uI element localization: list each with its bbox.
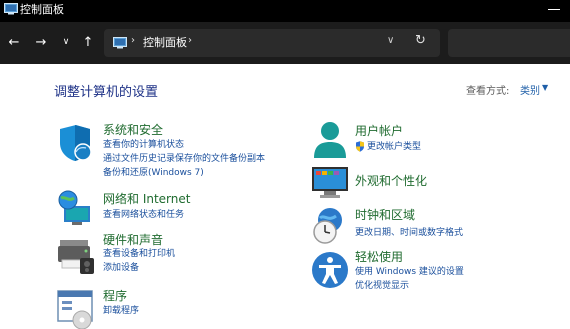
up-button[interactable]: ↑ [78,32,98,52]
category-hardware-sound[interactable]: 硬件和声音 [103,233,163,247]
caret-down-icon[interactable]: ▼ [542,83,548,92]
arrow-right-icon: → [35,34,47,50]
back-button[interactable]: ← [4,32,24,52]
view-by-label: 查看方式: [466,86,510,97]
category-user-accounts[interactable]: 用户帐户 [355,124,403,138]
link-uninstall-program[interactable]: 卸载程序 [103,305,139,317]
search-input[interactable] [448,29,570,57]
accessibility-icon[interactable] [310,250,350,290]
programs-icon[interactable] [56,289,96,329]
title-bar: 控制面板 [0,0,570,22]
clock-globe-icon[interactable] [310,206,350,246]
recent-locations-button[interactable]: ∨ [56,32,76,52]
user-icon[interactable] [310,120,350,160]
category-ease-of-access[interactable]: 轻松使用 [355,250,403,264]
control-panel-app-icon [4,3,18,15]
monitor-icon[interactable] [310,163,350,203]
category-appearance-personalization[interactable]: 外观和个性化 [355,174,427,188]
page-title: 调整计算机的设置 [54,85,159,100]
category-clock-region[interactable]: 时钟和区域 [355,208,415,222]
chevron-right-icon[interactable]: › [131,35,135,46]
minimize-button[interactable] [548,9,560,10]
forward-button[interactable]: → [31,32,51,52]
link-add-device[interactable]: 添加设备 [103,262,139,274]
navigation-bar: ← → ∨ ↑ › 控制面板 › ∨ ↻ [0,22,570,64]
refresh-icon[interactable]: ↻ [415,33,426,48]
link-view-computer-status[interactable]: 查看你的计算机状态 [103,139,184,151]
shield-icon[interactable] [56,123,96,163]
link-backup-restore[interactable]: 备份和还原(Windows 7) [103,167,204,179]
uac-shield-icon [356,141,364,152]
link-recommended-settings[interactable]: 使用 Windows 建议的设置 [355,266,464,278]
arrow-up-icon: ↑ [82,34,94,50]
globe-network-icon[interactable] [56,188,96,228]
address-dropdown-icon[interactable]: ∨ [387,35,394,46]
link-devices-printers[interactable]: 查看设备和打印机 [103,248,175,260]
control-panel-icon [113,37,127,49]
link-change-account-type[interactable]: 更改帐户类型 [367,141,421,153]
address-segment[interactable]: 控制面板 [143,35,187,51]
address-bar[interactable]: › 控制面板 › ∨ ↻ [104,29,440,57]
category-network-internet[interactable]: 网络和 Internet [103,192,190,206]
arrow-left-icon: ← [8,34,20,50]
view-by-select[interactable]: 类别 [520,82,540,97]
printer-speaker-icon[interactable] [56,236,96,276]
link-change-date-time-format[interactable]: 更改日期、时间或数字格式 [355,227,463,239]
link-optimize-visual-display[interactable]: 优化视觉显示 [355,280,409,292]
chevron-down-icon: ∨ [62,37,70,47]
category-system-security[interactable]: 系统和安全 [103,123,163,137]
window-title: 控制面板 [20,3,64,16]
chevron-right-icon[interactable]: › [188,35,192,46]
category-programs[interactable]: 程序 [103,289,127,303]
link-file-history[interactable]: 通过文件历史记录保存你的文件备份副本 [103,153,265,165]
link-network-status[interactable]: 查看网络状态和任务 [103,209,184,221]
